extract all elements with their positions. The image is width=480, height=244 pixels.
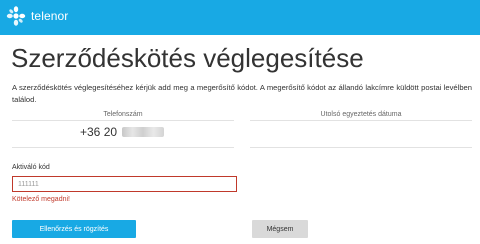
telenor-logo-icon — [4, 4, 28, 28]
phone-panel: Telefonszám +36 20 — [12, 111, 234, 148]
activation-code-input[interactable] — [12, 176, 237, 192]
telenor-logo-text: telenor — [31, 9, 69, 23]
intro-text: A szerződéskötés véglegesítéséhez kérjük… — [12, 83, 472, 104]
page-title: Szerződéskötés véglegesítése — [11, 43, 364, 73]
cancel-button[interactable]: Mégsem — [252, 220, 308, 238]
phone-value: +36 20 — [12, 121, 234, 139]
top-bar: telenor — [0, 0, 480, 35]
telenor-logo[interactable]: telenor — [4, 4, 68, 28]
date-panel: Utolsó egyeztetés dátuma — [250, 111, 472, 148]
date-label: Utolsó egyeztetés dátuma — [250, 111, 472, 121]
activation-code-label: Aktiváló kód — [12, 164, 50, 171]
phone-label: Telefonszám — [12, 111, 234, 121]
phone-redacted-mask — [122, 127, 165, 137]
phone-number: +36 20 — [80, 125, 118, 139]
date-value — [250, 121, 472, 125]
verify-and-save-button[interactable]: Ellenőrzés és rögzítés — [12, 220, 136, 238]
activation-code-error: Kötelező megadni! — [12, 196, 70, 203]
